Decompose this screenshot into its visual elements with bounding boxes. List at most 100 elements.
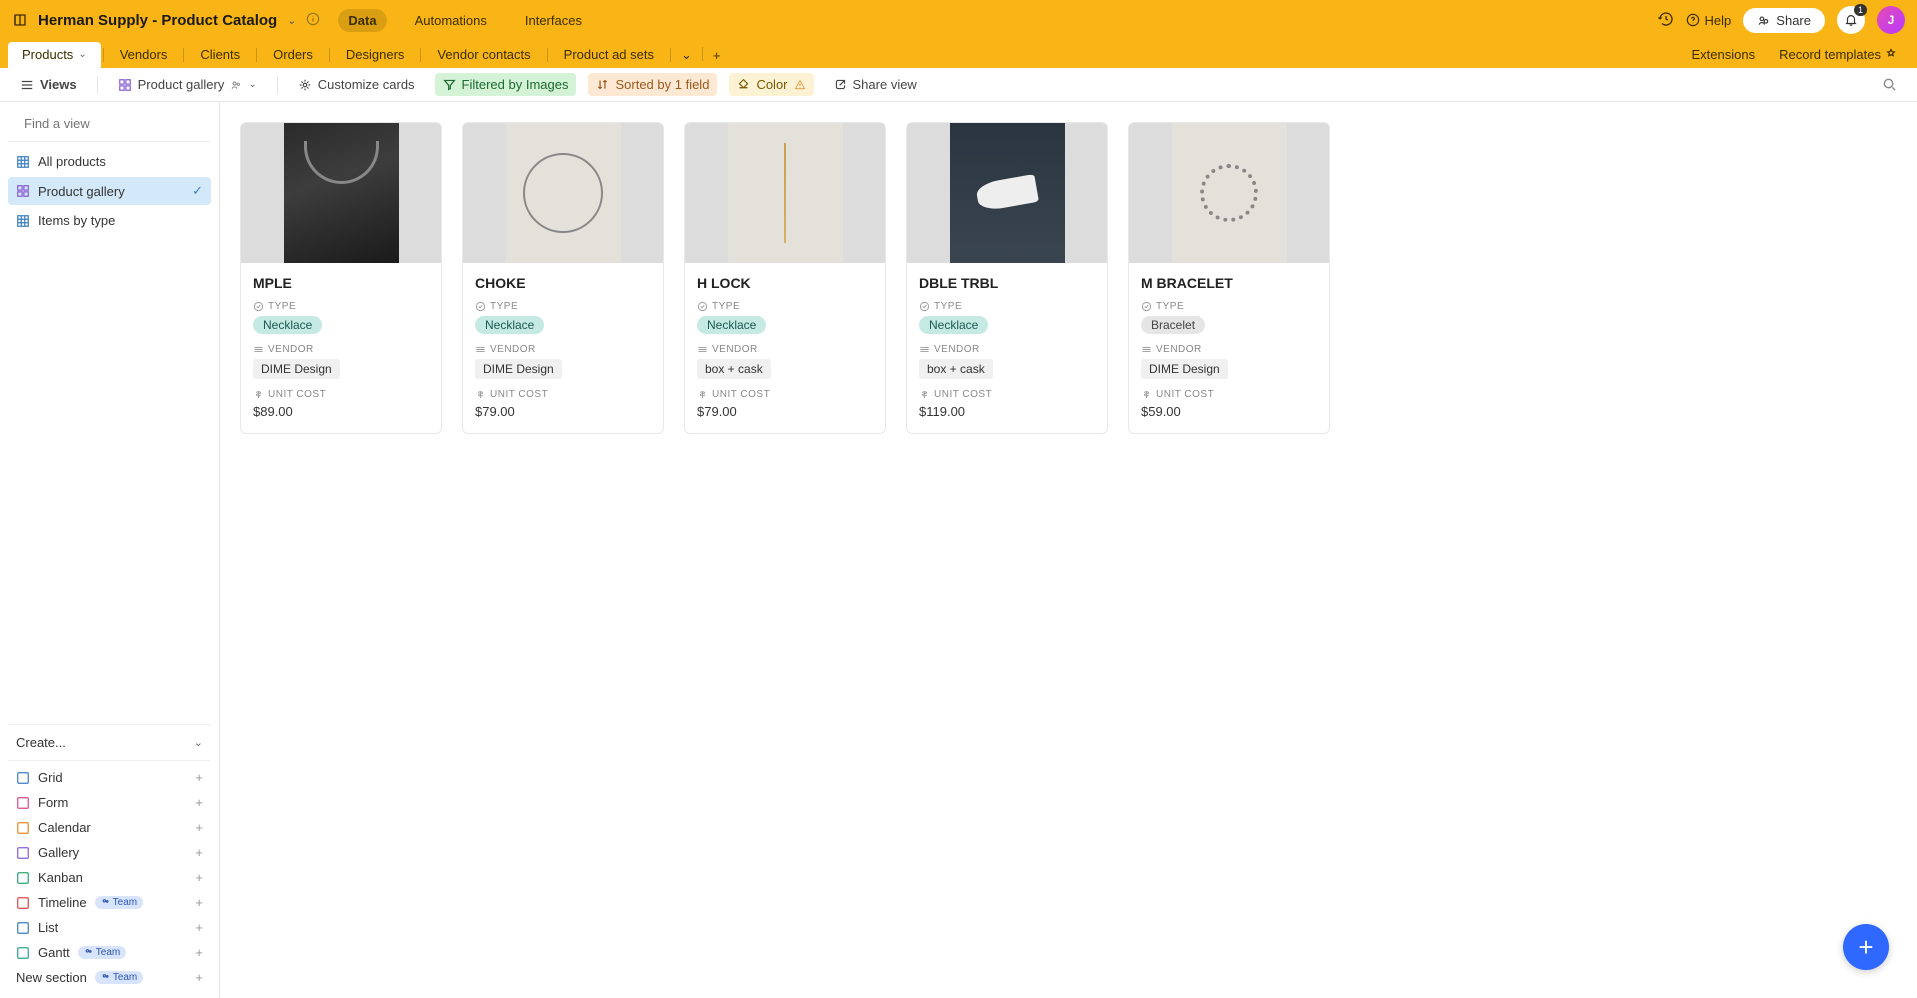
people-icon	[230, 79, 242, 91]
team-badge: Team	[95, 896, 143, 909]
extensions-link[interactable]: Extensions	[1680, 47, 1768, 62]
notifications-button[interactable]: 1	[1837, 6, 1865, 34]
record-templates-link[interactable]: Record templates	[1767, 47, 1909, 62]
product-name: DBLE TRBL	[919, 275, 1095, 291]
table-tab[interactable]: Designers	[332, 42, 419, 68]
product-name: M BRACELET	[1141, 275, 1317, 291]
product-card[interactable]: MPLE TYPE Necklace VENDOR DIME Design UN…	[240, 122, 442, 434]
add-record-fab[interactable]: +	[1843, 924, 1889, 970]
product-name: CHOKE	[475, 275, 651, 291]
product-name: MPLE	[253, 275, 429, 291]
field-label-type: TYPE	[253, 301, 429, 312]
add-icon[interactable]: +	[195, 920, 203, 935]
view-type-icon	[16, 846, 30, 860]
create-label: Calendar	[38, 820, 91, 835]
view-type-icon	[16, 946, 30, 960]
field-label-type: TYPE	[475, 301, 651, 312]
product-card[interactable]: H LOCK TYPE Necklace VENDOR box + cask U…	[684, 122, 886, 434]
grid-icon	[16, 155, 30, 169]
help-link[interactable]: Help	[1686, 13, 1732, 28]
nav-automations[interactable]: Automations	[405, 9, 497, 32]
create-view-option[interactable]: Grid+	[8, 765, 211, 790]
sidebar-view-item[interactable]: Items by type	[8, 207, 211, 234]
add-icon[interactable]: +	[195, 870, 203, 885]
vendor-value: DIME Design	[253, 359, 340, 379]
create-view-option[interactable]: GanttTeam+	[8, 940, 211, 965]
base-icon	[12, 12, 28, 28]
table-tab[interactable]: Vendor contacts	[423, 42, 544, 68]
user-avatar[interactable]: J	[1877, 6, 1905, 34]
add-icon[interactable]: +	[195, 895, 203, 910]
view-search[interactable]	[8, 110, 211, 137]
create-view-option[interactable]: Gallery+	[8, 840, 211, 865]
create-view-option[interactable]: List+	[8, 915, 211, 940]
search-records-button[interactable]	[1874, 73, 1905, 96]
create-section-toggle[interactable]: Create... ⌄	[8, 729, 211, 756]
filter-chip[interactable]: Filtered by Images	[435, 73, 577, 96]
vendor-value: box + cask	[697, 359, 771, 379]
sidebar-view-item[interactable]: All products	[8, 148, 211, 175]
field-label-type: TYPE	[1141, 301, 1317, 312]
share-button[interactable]: Share	[1743, 8, 1825, 33]
new-section-label[interactable]: New section	[16, 970, 87, 985]
create-view-option[interactable]: Timeline Team +	[8, 890, 211, 915]
check-icon: ✓	[192, 183, 203, 199]
table-tab[interactable]: Orders	[259, 42, 327, 68]
add-icon[interactable]: +	[195, 795, 203, 810]
sort-chip[interactable]: Sorted by 1 field	[588, 73, 717, 96]
create-view-option[interactable]: Kanban+	[8, 865, 211, 890]
add-icon[interactable]: +	[195, 770, 203, 785]
view-type-icon	[16, 796, 30, 810]
tab-chevron-icon: ⌄	[78, 49, 86, 60]
nav-data[interactable]: Data	[338, 9, 386, 32]
app-header: Herman Supply - Product Catalog ⌄ Data A…	[0, 0, 1917, 40]
current-view-name[interactable]: Product gallery ⌄	[110, 73, 265, 96]
add-icon[interactable]: +	[195, 820, 203, 835]
views-button[interactable]: Views	[12, 73, 85, 96]
share-view-button[interactable]: Share view	[826, 73, 925, 96]
base-title[interactable]: Herman Supply - Product Catalog	[38, 12, 277, 29]
title-chevron-icon[interactable]: ⌄	[287, 14, 296, 27]
table-tab[interactable]: Vendors	[106, 42, 182, 68]
product-card[interactable]: M BRACELET TYPE Bracelet VENDOR DIME Des…	[1128, 122, 1330, 434]
nav-interfaces[interactable]: Interfaces	[515, 9, 592, 32]
vendor-value: DIME Design	[475, 359, 562, 379]
add-icon[interactable]: +	[195, 945, 203, 960]
product-thumbnail	[463, 123, 663, 263]
add-icon[interactable]: +	[195, 845, 203, 860]
create-label: Gantt	[38, 945, 70, 960]
add-table-button[interactable]: +	[705, 43, 729, 68]
grid-icon	[16, 214, 30, 228]
info-icon[interactable]	[306, 12, 320, 29]
product-card[interactable]: CHOKE TYPE Necklace VENDOR DIME Design U…	[462, 122, 664, 434]
view-label: Product gallery	[38, 184, 125, 199]
color-chip[interactable]: Color	[729, 73, 813, 96]
product-thumbnail	[685, 123, 885, 263]
cost-value: $79.00	[697, 404, 873, 419]
view-label: All products	[38, 154, 106, 169]
create-view-option[interactable]: Calendar +	[8, 815, 211, 840]
vendor-value: box + cask	[919, 359, 993, 379]
product-card[interactable]: DBLE TRBL TYPE Necklace VENDOR box + cas…	[906, 122, 1108, 434]
create-label: Timeline	[38, 895, 87, 910]
view-search-input[interactable]	[24, 116, 200, 131]
field-label-vendor: VENDOR	[919, 344, 1095, 355]
customize-cards-button[interactable]: Customize cards	[290, 73, 423, 96]
type-tag: Necklace	[475, 316, 544, 334]
history-icon[interactable]	[1658, 11, 1674, 30]
field-label-cost: UNIT COST	[919, 389, 1095, 400]
field-label-type: TYPE	[697, 301, 873, 312]
sidebar-view-item[interactable]: Product gallery ✓	[8, 177, 211, 205]
create-label: Form	[38, 795, 68, 810]
tables-menu-chevron-icon[interactable]: ⌄	[673, 42, 700, 68]
chevron-down-icon: ⌄	[194, 736, 203, 749]
table-tab[interactable]: Products⌄	[8, 42, 101, 68]
table-tab[interactable]: Clients	[186, 42, 254, 68]
field-label-vendor: VENDOR	[253, 344, 429, 355]
field-label-vendor: VENDOR	[697, 344, 873, 355]
create-view-option[interactable]: Form +	[8, 790, 211, 815]
field-label-cost: UNIT COST	[1141, 389, 1317, 400]
table-tab[interactable]: Product ad sets	[550, 42, 668, 68]
add-section-button[interactable]: +	[195, 970, 203, 985]
field-label-vendor: VENDOR	[1141, 344, 1317, 355]
